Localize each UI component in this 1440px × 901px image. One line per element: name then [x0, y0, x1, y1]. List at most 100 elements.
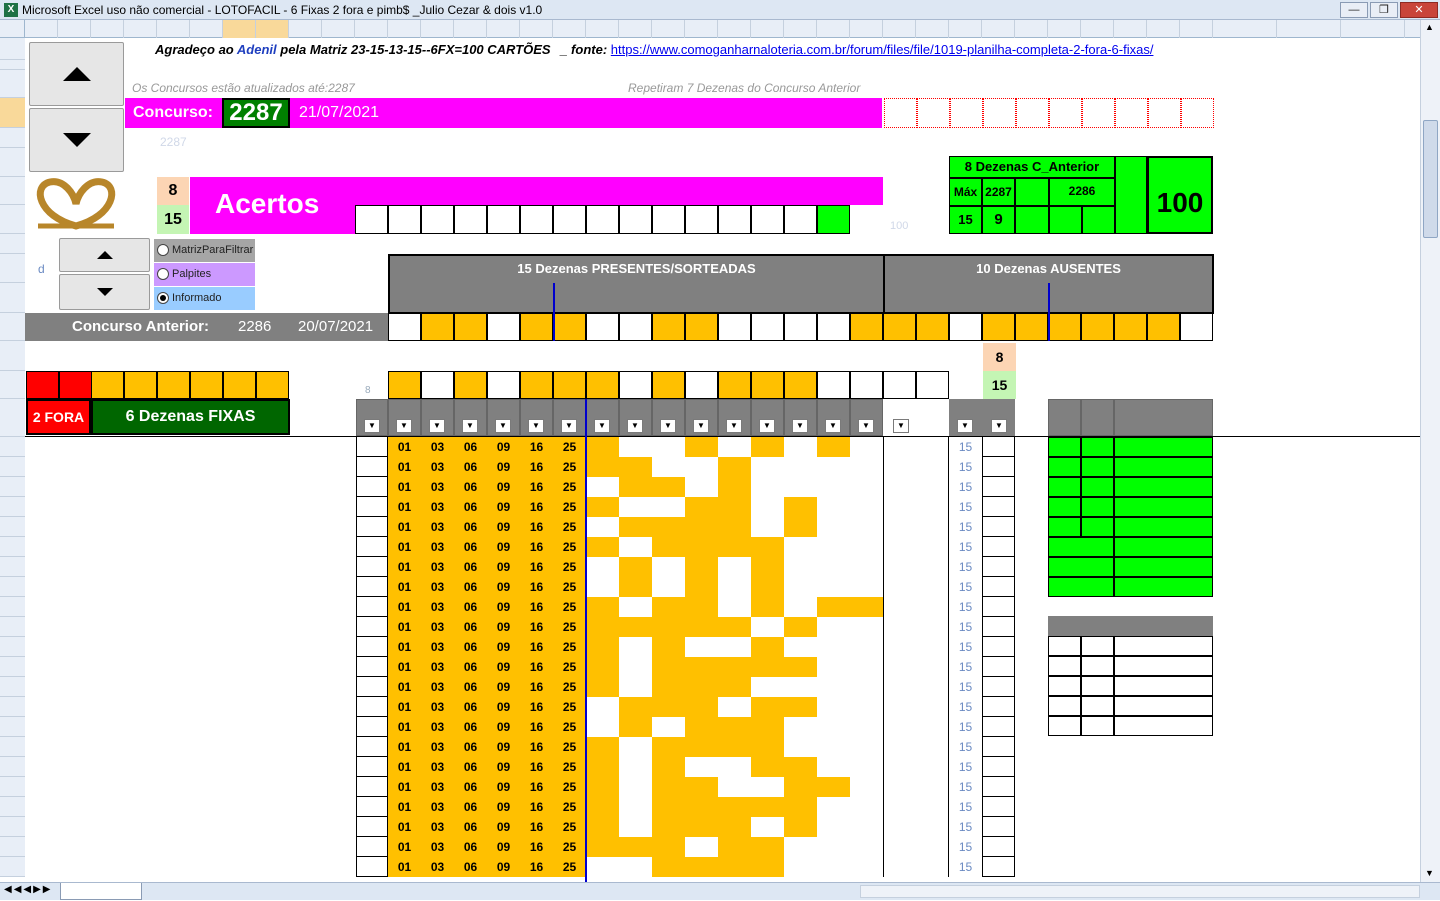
row-header[interactable] — [0, 38, 25, 60]
filter-dropdown-icon[interactable]: ▼ — [364, 419, 380, 433]
column-header[interactable] — [751, 20, 784, 38]
column-header[interactable] — [190, 20, 223, 38]
row-header[interactable] — [0, 371, 25, 399]
column-header[interactable] — [1048, 20, 1081, 38]
row-header[interactable] — [0, 437, 25, 457]
column-header[interactable] — [355, 20, 388, 38]
scroll-down-icon[interactable]: ▼ — [1425, 868, 1434, 878]
option-palpites[interactable]: Palpites — [154, 263, 255, 286]
row-header[interactable] — [0, 817, 25, 837]
column-header[interactable] — [718, 20, 751, 38]
radio-selected-icon[interactable] — [157, 292, 169, 304]
column-header[interactable] — [916, 20, 949, 38]
column-header[interactable] — [25, 20, 58, 38]
row-header[interactable] — [0, 557, 25, 577]
column-header[interactable] — [454, 20, 487, 38]
row-header[interactable] — [0, 341, 25, 371]
column-header[interactable] — [157, 20, 190, 38]
tab-matrizparafiltrar[interactable] — [142, 883, 238, 900]
row-header[interactable] — [0, 797, 25, 817]
column-header[interactable] — [388, 20, 421, 38]
column-header[interactable] — [1213, 20, 1277, 38]
tab-lf_resorteio[interactable] — [508, 883, 594, 900]
filter-dropdown-icon[interactable]: ▼ — [693, 419, 709, 433]
row-header[interactable] — [0, 98, 25, 128]
row-header[interactable] — [0, 737, 25, 757]
option-matriz[interactable]: MatrizParaFiltrar — [154, 239, 255, 262]
column-header[interactable] — [1180, 20, 1213, 38]
row-header[interactable] — [0, 128, 25, 148]
row-header[interactable] — [0, 677, 25, 697]
row-header[interactable] — [0, 637, 25, 657]
scroll-up-icon[interactable]: ▲ — [1425, 22, 1434, 32]
tab-conferidor[interactable] — [60, 883, 142, 900]
row-header[interactable] — [0, 60, 25, 70]
column-header[interactable] — [1277, 20, 1341, 38]
row-header[interactable] — [0, 517, 25, 537]
row-header[interactable] — [0, 577, 25, 597]
tab-dois_minhamontagem[interactable] — [382, 883, 508, 900]
column-header[interactable] — [850, 20, 883, 38]
column-header[interactable] — [223, 20, 256, 38]
row-header[interactable] — [0, 477, 25, 497]
scroll-thumb[interactable] — [1423, 120, 1438, 238]
vertical-scrollbar[interactable]: ▲ ▼ — [1420, 20, 1440, 882]
filter-dropdown-icon[interactable]: ▼ — [957, 419, 973, 433]
row-header[interactable] — [0, 717, 25, 737]
horizontal-scrollbar[interactable] — [860, 885, 1420, 898]
option-informado[interactable]: Informado — [154, 287, 255, 310]
tab-binário[interactable] — [294, 883, 342, 900]
column-header[interactable] — [817, 20, 850, 38]
small-down-button[interactable] — [59, 274, 150, 310]
row-header[interactable] — [0, 597, 25, 617]
row-header[interactable] — [0, 148, 25, 177]
row-header[interactable] — [0, 497, 25, 517]
column-header[interactable] — [949, 20, 982, 38]
row-header[interactable] — [0, 697, 25, 717]
column-header[interactable] — [1147, 20, 1180, 38]
source-link[interactable]: https://www.comoganharnaloteria.com.br/f… — [611, 42, 1154, 57]
row-header[interactable] — [0, 313, 25, 341]
select-all-corner[interactable] — [0, 20, 25, 38]
column-header[interactable] — [1114, 20, 1147, 38]
row-header[interactable] — [0, 70, 25, 98]
row-header[interactable] — [0, 857, 25, 877]
column-header[interactable] — [421, 20, 454, 38]
column-header[interactable] — [982, 20, 1015, 38]
restore-icon[interactable]: ❐ — [1370, 1, 1398, 18]
filter-dropdown-icon[interactable]: ▼ — [660, 419, 676, 433]
filter-dropdown-icon[interactable]: ▼ — [759, 419, 775, 433]
filter-dropdown-icon[interactable]: ▼ — [396, 419, 412, 433]
filter-dropdown-icon[interactable]: ▼ — [594, 419, 610, 433]
column-header[interactable] — [256, 20, 289, 38]
decrement-contest-button[interactable] — [29, 108, 124, 172]
column-header[interactable] — [1341, 20, 1405, 38]
radio-icon[interactable] — [157, 244, 169, 256]
filter-dropdown-icon[interactable]: ▼ — [825, 419, 841, 433]
small-up-button[interactable] — [59, 238, 150, 272]
filter-dropdown-icon[interactable]: ▼ — [991, 419, 1007, 433]
row-header[interactable] — [0, 657, 25, 677]
filter-dropdown-icon[interactable]: ▼ — [858, 419, 874, 433]
filter-dropdown-icon[interactable]: ▼ — [893, 419, 909, 433]
column-header[interactable] — [883, 20, 916, 38]
filter-dropdown-icon[interactable]: ▼ — [495, 419, 511, 433]
column-header[interactable] — [91, 20, 124, 38]
radio-icon[interactable] — [157, 268, 169, 280]
column-header[interactable] — [1081, 20, 1114, 38]
filter-dropdown-icon[interactable]: ▼ — [528, 419, 544, 433]
column-header[interactable] — [553, 20, 586, 38]
tab-csn[interactable] — [342, 883, 382, 900]
filter-dropdown-icon[interactable]: ▼ — [627, 419, 643, 433]
column-header[interactable] — [289, 20, 322, 38]
column-header[interactable] — [652, 20, 685, 38]
tab-nav-icons[interactable]: ◀◀◀▶▶ — [4, 884, 52, 895]
increment-contest-button[interactable] — [29, 42, 124, 106]
column-header[interactable] — [124, 20, 157, 38]
close-icon[interactable]: ✕ — [1400, 1, 1438, 18]
row-header[interactable] — [0, 399, 25, 437]
row-header[interactable] — [0, 457, 25, 477]
row-header[interactable] — [0, 254, 25, 283]
column-header[interactable] — [322, 20, 355, 38]
column-header[interactable] — [784, 20, 817, 38]
